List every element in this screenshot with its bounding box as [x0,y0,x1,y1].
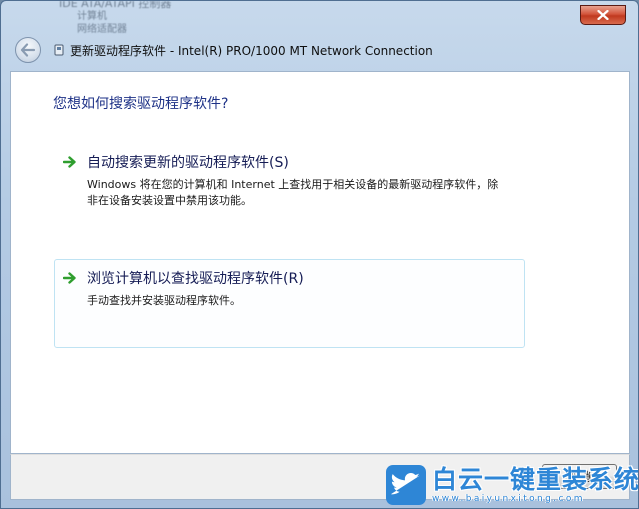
close-x-icon [597,10,609,20]
close-button[interactable] [580,5,626,25]
search-question-heading: 您想如何搜索驱动程序软件? [53,96,229,112]
option-title: 浏览计算机以查找驱动程序软件(R) [87,271,304,287]
content-panel: 您想如何搜索驱动程序软件? 自动搜索更新的驱动程序软件(S) Windows 将… [10,71,630,454]
option-description: 手动查找并安装驱动程序软件。 [87,294,241,307]
background-line: 计算机 [77,11,107,22]
background-line: IDE ATA/ATAPI 控制器 [59,1,172,10]
back-button[interactable] [15,37,41,63]
background-line: 网络适配器 [77,24,127,35]
option-title: 自动搜索更新的驱动程序软件(S) [87,155,289,171]
update-driver-window: IDE ATA/ATAPI 控制器 计算机 网络适配器 更新驱动程序软件 - I… [0,0,639,509]
watermark: 白云一键重装系统 www.baiyunxitong.com [386,463,639,507]
watermark-name: 白云一键重装系统 [432,464,639,494]
back-arrow-icon [20,43,36,57]
option-browse-computer[interactable]: 浏览计算机以查找驱动程序软件(R) 手动查找并安装驱动程序软件。 [54,259,525,348]
window-title: 更新驱动程序软件 - Intel(R) PRO/1000 MT Network … [70,44,433,58]
green-arrow-icon [63,156,76,168]
watermark-url: www.baiyunxitong.com [432,493,585,504]
device-manager-icon [54,44,64,56]
option-description: Windows 将在您的计算机和 Internet 上查找用于相关设备的最新驱动… [87,178,499,207]
green-arrow-icon [63,272,76,284]
option-auto-search[interactable]: 自动搜索更新的驱动程序软件(S) Windows 将在您的计算机和 Intern… [54,143,525,232]
bird-logo-icon [386,465,426,505]
